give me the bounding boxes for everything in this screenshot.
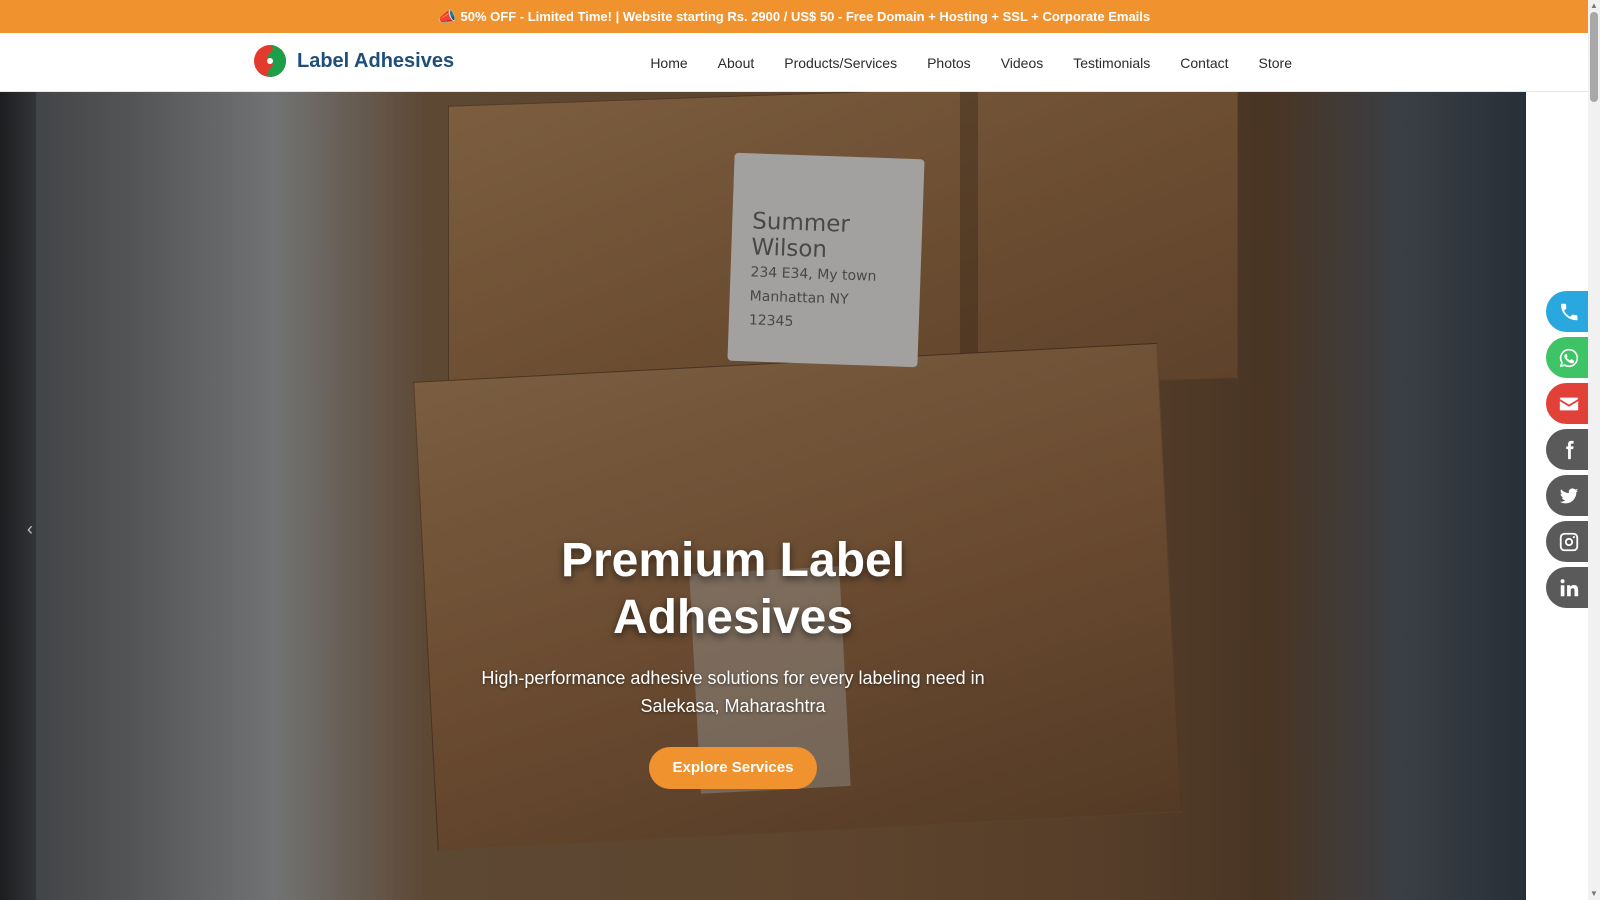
twitter-icon [1559, 487, 1579, 503]
nav-photos[interactable]: Photos [927, 55, 971, 71]
floating-contact-bar [1546, 291, 1598, 613]
instagram-icon [1559, 532, 1579, 551]
scroll-up-icon[interactable]: ▲ [1590, 2, 1598, 10]
brand[interactable]: Label Adhesives [253, 44, 454, 78]
nav-products-services[interactable]: Products/Services [784, 55, 897, 71]
page-scrollbar[interactable]: ▲ ▼ [1588, 0, 1600, 900]
nav-store[interactable]: Store [1259, 55, 1292, 71]
nav-menu: Home About Products/Services Photos Vide… [650, 33, 1292, 92]
nav-about[interactable]: About [718, 55, 755, 71]
linkedin-icon [1560, 578, 1579, 596]
phone-icon [1561, 303, 1578, 320]
mail-icon [1559, 397, 1579, 410]
promo-text: 50% OFF - Limited Time! | Website starti… [460, 9, 1151, 24]
scrollbar-thumb[interactable] [1590, 12, 1598, 102]
nav-videos[interactable]: Videos [1001, 55, 1044, 71]
nav-testimonials[interactable]: Testimonials [1073, 55, 1150, 71]
hero-banner: Summer Wilson 234 E34, My town Manhattan… [0, 92, 1526, 900]
megaphone-icon: 📣 [437, 8, 457, 26]
nav-contact[interactable]: Contact [1180, 55, 1228, 71]
hero-title: Premium Label Adhesives [560, 534, 906, 644]
brand-title: Label Adhesives [297, 49, 455, 72]
promo-bar: 📣 50% OFF - Limited Time! | Website star… [0, 0, 1588, 33]
logo-icon [254, 45, 286, 77]
whatsapp-icon [1559, 348, 1579, 367]
scroll-down-icon[interactable]: ▼ [1590, 890, 1598, 898]
navbar: Label Adhesives Home About Products/Serv… [0, 33, 1588, 92]
explore-services-button[interactable]: Explore Services [648, 747, 818, 789]
hero-subtitle: High-performance adhesive solutions for … [481, 668, 985, 716]
nav-home[interactable]: Home [650, 55, 687, 71]
hero-content: Premium Label Adhesives High-performance… [0, 532, 1466, 789]
facebook-icon [1566, 440, 1574, 459]
